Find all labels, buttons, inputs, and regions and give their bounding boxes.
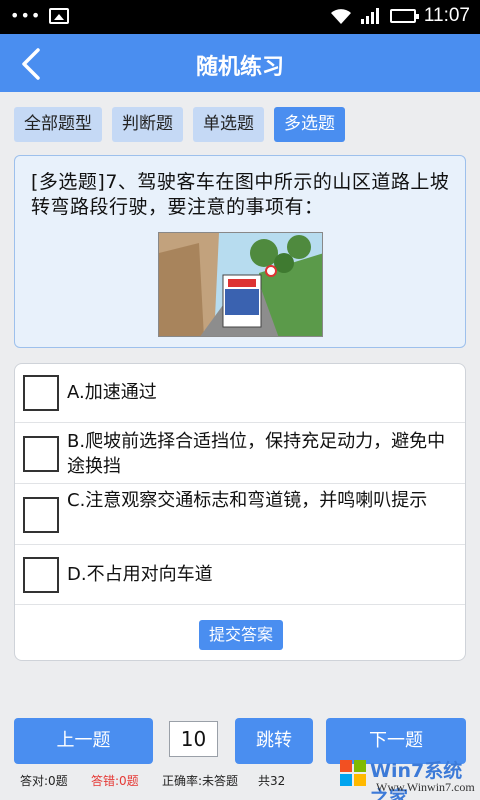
jump-button[interactable]: 跳转 (235, 718, 313, 764)
total-count: 共32 (258, 774, 286, 788)
page-title: 随机练习 (195, 55, 284, 80)
option-d[interactable]: D.不占用对向车道 (15, 545, 465, 605)
correct-count: 答对:0题 (20, 774, 68, 788)
title-bar: 随机练习 (0, 34, 480, 92)
prev-question-button[interactable]: 上一题 (14, 718, 153, 764)
site-watermark: Win7系统之家 Www.Winwin7.com (336, 752, 480, 800)
wifi-icon (330, 9, 351, 24)
question-card: [多选题]7、驾驶客车在图中所示的山区道路上坡转弯路段行驶，要注意的事项有： (14, 155, 466, 348)
option-c[interactable]: C.注意观察交通标志和弯道镜，并鸣喇叭提示 (15, 484, 465, 545)
option-d-label: D.不占用对向车道 (67, 564, 213, 585)
option-c-label: C.注意观察交通标志和弯道镜，并鸣喇叭提示 (67, 490, 428, 511)
option-b[interactable]: B.爬坡前选择合适挡位，保持充足动力，避免中途换挡 (15, 423, 465, 484)
wrong-count: 答错:0题 (91, 774, 139, 788)
tab-true-false[interactable]: 判断题 (112, 107, 183, 142)
option-b-checkbox[interactable] (23, 436, 59, 472)
tab-all-types[interactable]: 全部题型 (14, 107, 102, 142)
options-panel: A.加速通过 B.爬坡前选择合适挡位，保持充足动力，避免中途换挡 C.注意观察交… (14, 363, 466, 661)
signal-icon (360, 8, 379, 24)
battery-icon (389, 9, 419, 23)
question-text: [多选题]7、驾驶客车在图中所示的山区道路上坡转弯路段行驶，要注意的事项有： (31, 171, 450, 218)
clock: 11:07 (423, 5, 470, 26)
watermark-url: Www.Winwin7.com (376, 780, 475, 794)
option-b-label: B.爬坡前选择合适挡位，保持充足动力，避免中途换挡 (67, 431, 446, 477)
tab-multiple-choice[interactable]: 多选题 (274, 107, 345, 142)
question-type-tabs: 全部题型 判断题 单选题 多选题 (14, 107, 345, 142)
option-d-checkbox[interactable] (23, 557, 59, 593)
status-bar: ••• 11:07 (0, 0, 480, 34)
option-c-checkbox[interactable] (23, 497, 59, 533)
more-notifications-icon: ••• (10, 6, 42, 25)
option-a-checkbox[interactable] (23, 375, 59, 411)
option-a[interactable]: A.加速通过 (15, 364, 465, 423)
image-notification-icon (49, 8, 70, 24)
question-illustration (158, 232, 323, 337)
tab-single-choice[interactable]: 单选题 (193, 107, 264, 142)
question-number-input[interactable]: 10 (169, 721, 218, 757)
accuracy-rate: 正确率:未答题 (162, 774, 239, 788)
submit-answer-button[interactable]: 提交答案 (199, 620, 283, 650)
windows-logo-icon (340, 760, 366, 786)
option-a-label: A.加速通过 (67, 382, 157, 403)
